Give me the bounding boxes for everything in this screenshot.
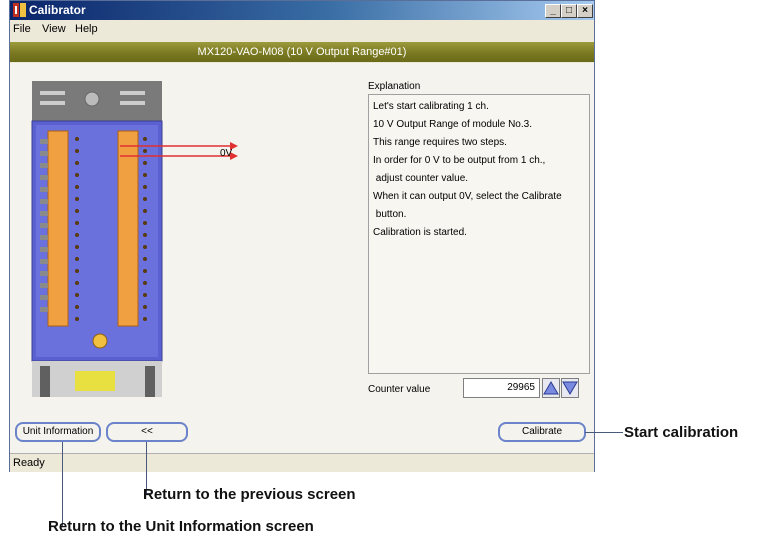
explanation-line: Let's start calibrating 1 ch. — [373, 101, 489, 112]
minimize-button[interactable]: _ — [545, 4, 561, 18]
window-title: Calibrator — [29, 3, 86, 17]
counter-value-input[interactable]: 29965 — [463, 378, 540, 398]
app-icon — [13, 3, 26, 17]
explanation-line: Calibration is started. — [373, 227, 467, 238]
counter-value-label: Counter value — [368, 384, 431, 395]
triangle-down-icon — [562, 381, 578, 395]
counter-up-button[interactable] — [542, 378, 560, 398]
module-diagram — [31, 81, 238, 397]
explanation-line: When it can output 0V, select the Calibr… — [373, 191, 562, 202]
maximize-button[interactable]: □ — [561, 4, 577, 18]
explanation-line: This range requires two steps. — [373, 137, 507, 148]
explanation-line: button. — [373, 209, 407, 220]
calibrator-window: Calibrator _ □ × File View Help MX120-VA… — [9, 0, 595, 472]
explanation-line: In order for 0 V to be output from 1 ch.… — [373, 155, 546, 166]
back-button[interactable]: << — [106, 422, 188, 442]
explanation-label: Explanation — [368, 81, 421, 92]
callout-line-unit-info — [62, 442, 63, 527]
unit-information-button[interactable]: Unit Information — [15, 422, 101, 442]
menu-view[interactable]: View — [42, 23, 66, 35]
output-voltage-label: 0V — [220, 148, 233, 159]
callout-return-unit-info: Return to the Unit Information screen — [48, 518, 314, 535]
status-text: Ready — [13, 457, 45, 469]
counter-down-button[interactable] — [561, 378, 579, 398]
close-button[interactable]: × — [577, 4, 593, 18]
triangle-up-icon — [543, 381, 559, 395]
explanation-text: Let's start calibrating 1 ch. 10 V Outpu… — [368, 94, 590, 374]
menu-bar: File View Help — [10, 20, 594, 39]
status-bar: Ready — [10, 453, 594, 472]
title-bar[interactable]: Calibrator _ □ × — [10, 1, 594, 20]
callout-line-calibrate — [585, 432, 623, 433]
explanation-line: adjust counter value. — [373, 173, 469, 184]
callout-start-calibration: Start calibration — [624, 424, 739, 441]
menu-help[interactable]: Help — [75, 23, 98, 35]
module-range-header: MX120-VAO-M08 (10 V Output Range#01) — [10, 42, 594, 62]
menu-file[interactable]: File — [13, 23, 31, 35]
callout-return-previous: Return to the previous screen — [143, 486, 356, 503]
explanation-line: 10 V Output Range of module No.3. — [373, 119, 532, 130]
calibrate-button[interactable]: Calibrate — [498, 422, 586, 442]
